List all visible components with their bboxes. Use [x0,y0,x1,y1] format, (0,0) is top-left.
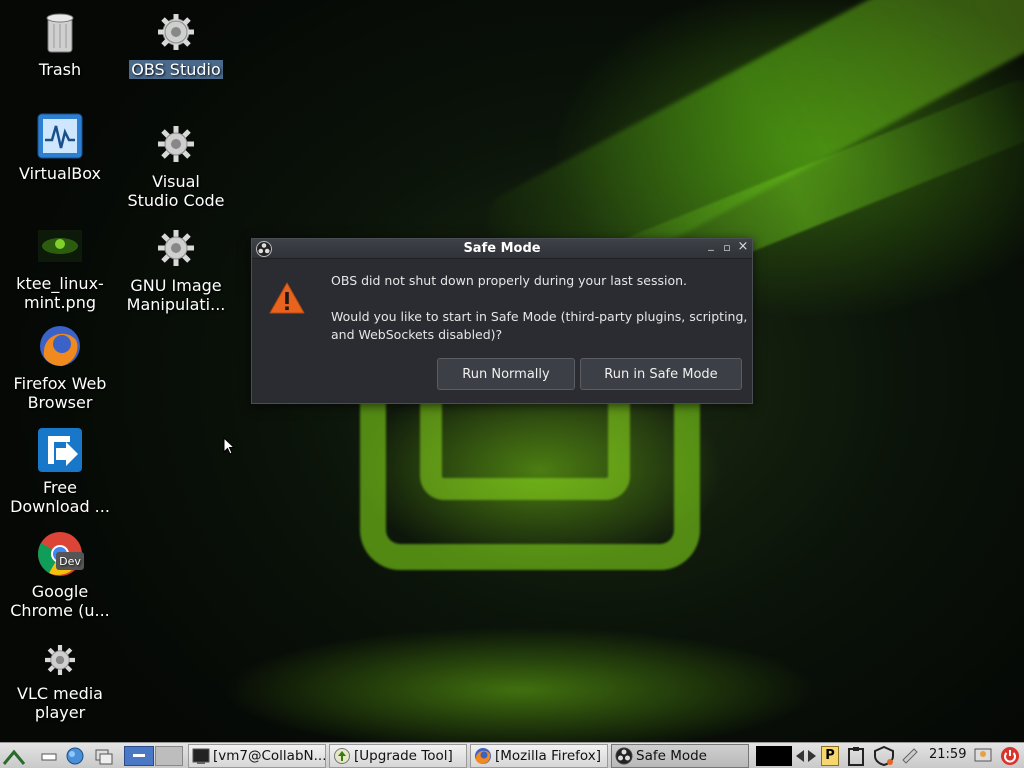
desktop-icon-firefox[interactable]: Firefox Web Browser [4,322,116,412]
taskbar: [vm7@CollabN... [Upgrade Tool] [Mozilla … [0,742,1024,768]
show-desktop-icon[interactable] [40,746,60,766]
desktop-icon-free-download[interactable]: Free Download ... [4,426,116,516]
clipboard-icon[interactable] [846,746,866,766]
warning-icon [268,281,306,319]
desktop-icon-label: GNU Image Manipulati... [126,276,226,314]
user-icon[interactable] [973,746,993,766]
mouse-cursor-icon [223,436,236,459]
tray-p-icon[interactable]: P [821,746,839,766]
network-arrows-icon[interactable] [794,746,818,766]
gear-icon [152,120,200,168]
gear-icon [152,224,200,272]
desktop-icon-ktee-image[interactable]: ktee_linux-mint.png [4,222,116,312]
maximize-button[interactable]: ▫ [720,241,734,254]
desktop-icon-vscode[interactable]: Visual Studio Code [120,120,232,210]
dialog-titlebar[interactable]: Safe Mode _ ▫ × [252,238,752,259]
desktop-icon-label: Visual Studio Code [127,172,225,210]
gear-icon [152,8,200,56]
firefox-icon [474,747,492,765]
desktop-icon-label: Free Download ... [10,478,110,516]
desktop-icon-label: ktee_linux-mint.png [16,274,104,312]
desktop-icon-label: VirtualBox [18,164,102,183]
task-firefox[interactable]: [Mozilla Firefox] [470,744,608,768]
chrome-dev-badge: Dev [59,555,81,568]
desktop-icon-label: OBS Studio [129,60,223,79]
desktop-icon-label: Trash [38,60,82,79]
desktop-icon-chrome[interactable]: Dev Google Chrome (u... [4,530,116,620]
trash-icon [36,8,84,56]
run-in-safe-mode-button[interactable]: Run in Safe Mode [580,358,742,390]
task-label: Safe Mode [636,748,707,764]
clock[interactable]: 21:59 [929,747,966,762]
workspace-1-icon[interactable] [124,746,154,766]
web-browser-launcher-icon[interactable] [65,746,85,766]
dialog-message-line3: and WebSockets disabled)? [331,327,503,342]
task-label: [vm7@CollabN... [213,748,326,764]
dialog-title: Safe Mode [463,241,541,256]
firefox-icon [36,322,84,370]
safe-mode-dialog: Safe Mode _ ▫ × OBS did not shut down pr… [251,238,753,404]
task-safe-mode[interactable]: Safe Mode [611,744,749,768]
system-monitor-graph [756,746,792,766]
desktop-icon-virtualbox[interactable]: VirtualBox [4,112,116,183]
network-wired-icon[interactable] [900,746,920,766]
shield-icon[interactable] [873,745,895,767]
task-label: [Upgrade Tool] [354,748,453,764]
image-icon [36,222,84,270]
task-terminal[interactable]: [vm7@CollabN... [188,744,326,768]
desktop-icon-label: Google Chrome (u... [10,582,110,620]
close-button[interactable]: × [736,239,750,254]
virtualbox-icon [36,112,84,160]
workspace-2-icon[interactable] [155,746,183,766]
minimize-button[interactable]: _ [704,238,718,251]
chrome-dev-icon: Dev [36,530,84,578]
upgrade-tool-icon [333,747,351,765]
desktop-icon-label: Firefox Web Browser [13,374,107,412]
task-label: [Mozilla Firefox] [495,748,602,764]
dialog-message-line1: OBS did not shut down properly during yo… [331,273,687,288]
task-upgrade-tool[interactable]: [Upgrade Tool] [329,744,467,768]
desktop-icon-trash[interactable]: Trash [4,8,116,79]
mint-menu-icon[interactable] [2,746,26,766]
desktop-icon-vlc[interactable]: VLC media player [4,640,116,722]
power-icon[interactable] [1000,746,1020,766]
terminal-icon [192,747,210,765]
gear-icon [40,640,80,680]
file-manager-launcher-icon[interactable] [94,746,114,766]
dialog-message-line2: Would you like to start in Safe Mode (th… [331,309,748,324]
desktop-icon-gimp[interactable]: GNU Image Manipulati... [120,224,232,314]
desktop-icon-label: VLC media player [17,684,103,722]
desktop-icon-obs-studio[interactable]: OBS Studio [120,8,232,79]
run-normally-button[interactable]: Run Normally [437,358,575,390]
download-icon [36,426,84,474]
obs-icon [615,747,633,765]
